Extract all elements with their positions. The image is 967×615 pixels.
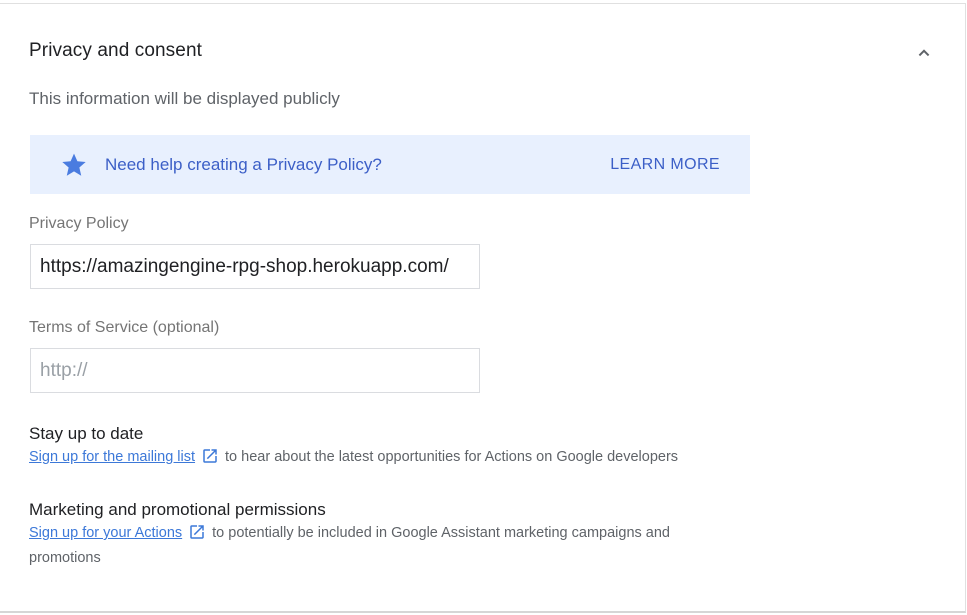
terms-of-service-label: Terms of Service (optional) — [29, 319, 220, 336]
learn-more-button[interactable]: LEARN MORE — [610, 156, 720, 174]
star-icon — [62, 153, 86, 176]
privacy-policy-input[interactable] — [30, 244, 480, 289]
marketing-text: Sign up for your Actions to potentially … — [29, 521, 709, 571]
open-in-new-icon[interactable] — [201, 447, 219, 465]
section-title: Privacy and consent — [29, 40, 202, 61]
open-in-new-icon[interactable] — [188, 523, 206, 541]
section-subtitle: This information will be displayed publi… — [29, 89, 340, 108]
terms-of-service-input[interactable] — [30, 348, 480, 393]
banner-text: Need help creating a Privacy Policy? — [105, 155, 382, 174]
chevron-up-icon[interactable] — [912, 40, 936, 64]
marketing-title: Marketing and promotional permissions — [29, 500, 326, 519]
privacy-policy-label: Privacy Policy — [29, 215, 129, 232]
privacy-policy-help-banner: Need help creating a Privacy Policy? LEA… — [30, 135, 750, 194]
stay-up-to-date-text: Sign up for the mailing list to hear abo… — [29, 445, 729, 470]
mailing-list-link[interactable]: Sign up for the mailing list — [29, 449, 195, 465]
mailing-list-description: to hear about the latest opportunities f… — [225, 449, 679, 465]
privacy-consent-card: Privacy and consent This information wil… — [0, 3, 966, 613]
stay-up-to-date-title: Stay up to date — [29, 424, 144, 443]
sign-up-actions-link[interactable]: Sign up for your Actions — [29, 525, 182, 541]
